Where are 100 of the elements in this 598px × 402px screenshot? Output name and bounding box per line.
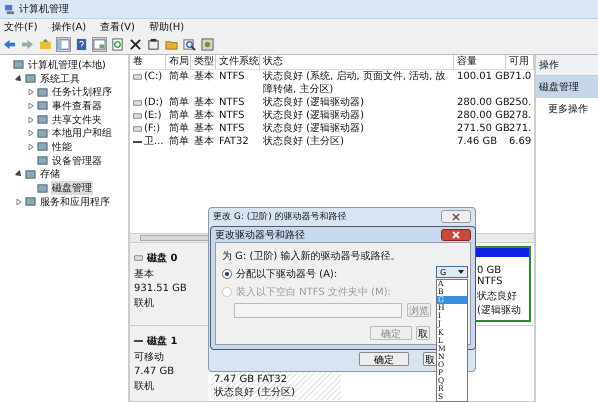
- action-item[interactable]: 磁盘管理: [536, 76, 598, 98]
- disk-name: 磁盘 1: [147, 334, 178, 348]
- column-header[interactable]: 类型: [191, 55, 216, 69]
- radio-label[interactable]: 分配以下驱动器号 (A):: [236, 267, 338, 281]
- table-cell: (C:): [144, 70, 162, 83]
- dialog-prompt: 为 G: (卫阶) 输入新的驱动器号或路径。: [222, 250, 402, 263]
- tree-item[interactable]: 存储: [39, 167, 61, 182]
- dialog-button[interactable]: 取: [416, 326, 430, 340]
- disk-size: 931.51 GB: [134, 283, 188, 294]
- folder-up-icon[interactable]: [39, 38, 52, 51]
- tree-node-icon: [25, 73, 36, 84]
- refresh-icon[interactable]: [111, 38, 124, 51]
- disk-type: 可移动: [134, 351, 165, 364]
- usb-drive-icon: [133, 138, 142, 144]
- table-cell: 基本: [194, 122, 214, 135]
- table-cell: 280.00 GB: [457, 96, 510, 109]
- disk-status: 联机: [134, 380, 155, 393]
- column-header[interactable]: 容量: [454, 55, 506, 69]
- action-item[interactable]: 更多操作: [536, 98, 598, 120]
- path-input-field[interactable]: [234, 303, 402, 318]
- collapsed-arrow-icon[interactable]: [28, 144, 34, 150]
- radio-button[interactable]: [222, 269, 232, 279]
- tree-item[interactable]: 任务计划程序: [51, 85, 113, 100]
- tree-node-icon: [37, 141, 48, 152]
- tree-pane-icon[interactable]: [57, 38, 70, 51]
- table-cell: 基本: [194, 109, 214, 122]
- menu-item[interactable]: 查看(V): [100, 20, 135, 34]
- table-cell-text: 状态良好 (系统, 启动, 页面文件, 活动, 故障转储, 主分区): [263, 70, 447, 96]
- dialog-title: 更改驱动器号和路径: [215, 228, 305, 242]
- collapsed-arrow-icon[interactable]: [28, 130, 34, 136]
- table-cell: 状态良好 (主分区): [263, 135, 344, 148]
- tree-item[interactable]: 设备管理器: [51, 154, 103, 168]
- column-header[interactable]: 可用: [506, 55, 534, 69]
- tree-node-icon: [25, 168, 36, 180]
- tree-item[interactable]: 系统工具: [39, 72, 81, 86]
- computer-icon: [4, 4, 15, 14]
- table-cell: 简单: [169, 96, 189, 109]
- tree-node-icon: [37, 100, 48, 112]
- close-button[interactable]: [441, 228, 471, 240]
- table-cell: NTFS: [219, 109, 245, 122]
- properties-icon[interactable]: [147, 38, 160, 51]
- table-cell: 基本: [194, 135, 214, 148]
- table-cell: 状态良好 (逻辑驱动器): [263, 96, 364, 109]
- tree-node-icon: [37, 114, 48, 126]
- table-cell: (F:): [144, 122, 160, 135]
- table-cell: 7.46 GB: [457, 135, 498, 148]
- column-header[interactable]: 布局: [166, 55, 191, 69]
- tree-item[interactable]: 服务和应用程序: [39, 194, 111, 209]
- expanded-arrow-icon[interactable]: [14, 170, 24, 179]
- dialog-button[interactable]: 取: [423, 352, 437, 366]
- menu-item[interactable]: 文件(F): [4, 20, 38, 34]
- table-cell: 简单: [169, 135, 189, 148]
- tree-node-icon: [37, 155, 48, 166]
- column-header[interactable]: 状态: [260, 55, 454, 69]
- menu-item[interactable]: 帮助(H): [148, 20, 184, 34]
- disk-size: 7.47 GB: [134, 366, 176, 377]
- table-cell: 状态良好 (逻辑驱动器): [263, 109, 364, 122]
- collapsed-arrow-icon[interactable]: [28, 89, 34, 96]
- tree-item[interactable]: 事件查看器: [51, 98, 103, 113]
- pane-icon[interactable]: [93, 38, 106, 51]
- disk-name: 磁盘 0: [147, 252, 178, 265]
- column-header[interactable]: 卷: [130, 55, 166, 69]
- table-cell: 250.: [509, 96, 532, 109]
- actions-header: 操作: [536, 55, 598, 76]
- dialog-button[interactable]: 确定: [359, 352, 409, 366]
- expanded-arrow-icon[interactable]: [14, 74, 24, 83]
- table-cell: 6.69: [509, 135, 532, 148]
- help-icon[interactable]: [75, 38, 88, 51]
- table-cell: 基本: [194, 96, 214, 109]
- table-cell: (D:): [144, 96, 163, 109]
- tree-item[interactable]: 磁盘管理: [51, 181, 93, 196]
- menu-item[interactable]: 操作(A): [52, 20, 86, 34]
- disk-type: 基本: [134, 268, 155, 281]
- table-cell: 简单: [169, 109, 189, 122]
- delete-icon[interactable]: [129, 38, 142, 51]
- close-icon: [452, 212, 460, 220]
- tree-item[interactable]: 性能: [51, 140, 73, 154]
- table-cell: 卫...: [144, 135, 164, 148]
- collapsed-arrow-icon[interactable]: [28, 116, 34, 123]
- table-cell: 280.00 GB: [457, 109, 510, 122]
- search-icon[interactable]: [183, 38, 196, 51]
- table-cell: 278.: [509, 109, 532, 122]
- tree-item[interactable]: 计算机管理(本地): [27, 58, 107, 72]
- tree-node-icon: [25, 196, 36, 208]
- table-cell: NTFS: [219, 96, 245, 109]
- close-button[interactable]: [441, 210, 471, 223]
- table-cell: NTFS: [219, 70, 245, 83]
- table-cell: 状态良好 (逻辑驱动器): [263, 122, 364, 135]
- partition-block[interactable]: 0 GB NTFS 状态良好 (逻辑驱动: [473, 246, 531, 322]
- drive-letter-dropdown[interactable]: G: [436, 266, 468, 278]
- dialog-title: 更改 G: (卫阶) 的驱动器号和路径: [213, 210, 347, 223]
- close-icon: [452, 230, 460, 238]
- drive-icon: [133, 74, 142, 80]
- back-arrow-icon[interactable]: [3, 38, 16, 51]
- collapsed-arrow-icon[interactable]: [28, 102, 34, 109]
- column-header[interactable]: 文件系统: [216, 55, 260, 69]
- tree-item[interactable]: 共享文件夹: [51, 112, 103, 127]
- tree-item[interactable]: 本地用户和组: [51, 126, 113, 140]
- table-cell: 271.: [509, 122, 532, 135]
- collapsed-arrow-icon[interactable]: [16, 198, 22, 205]
